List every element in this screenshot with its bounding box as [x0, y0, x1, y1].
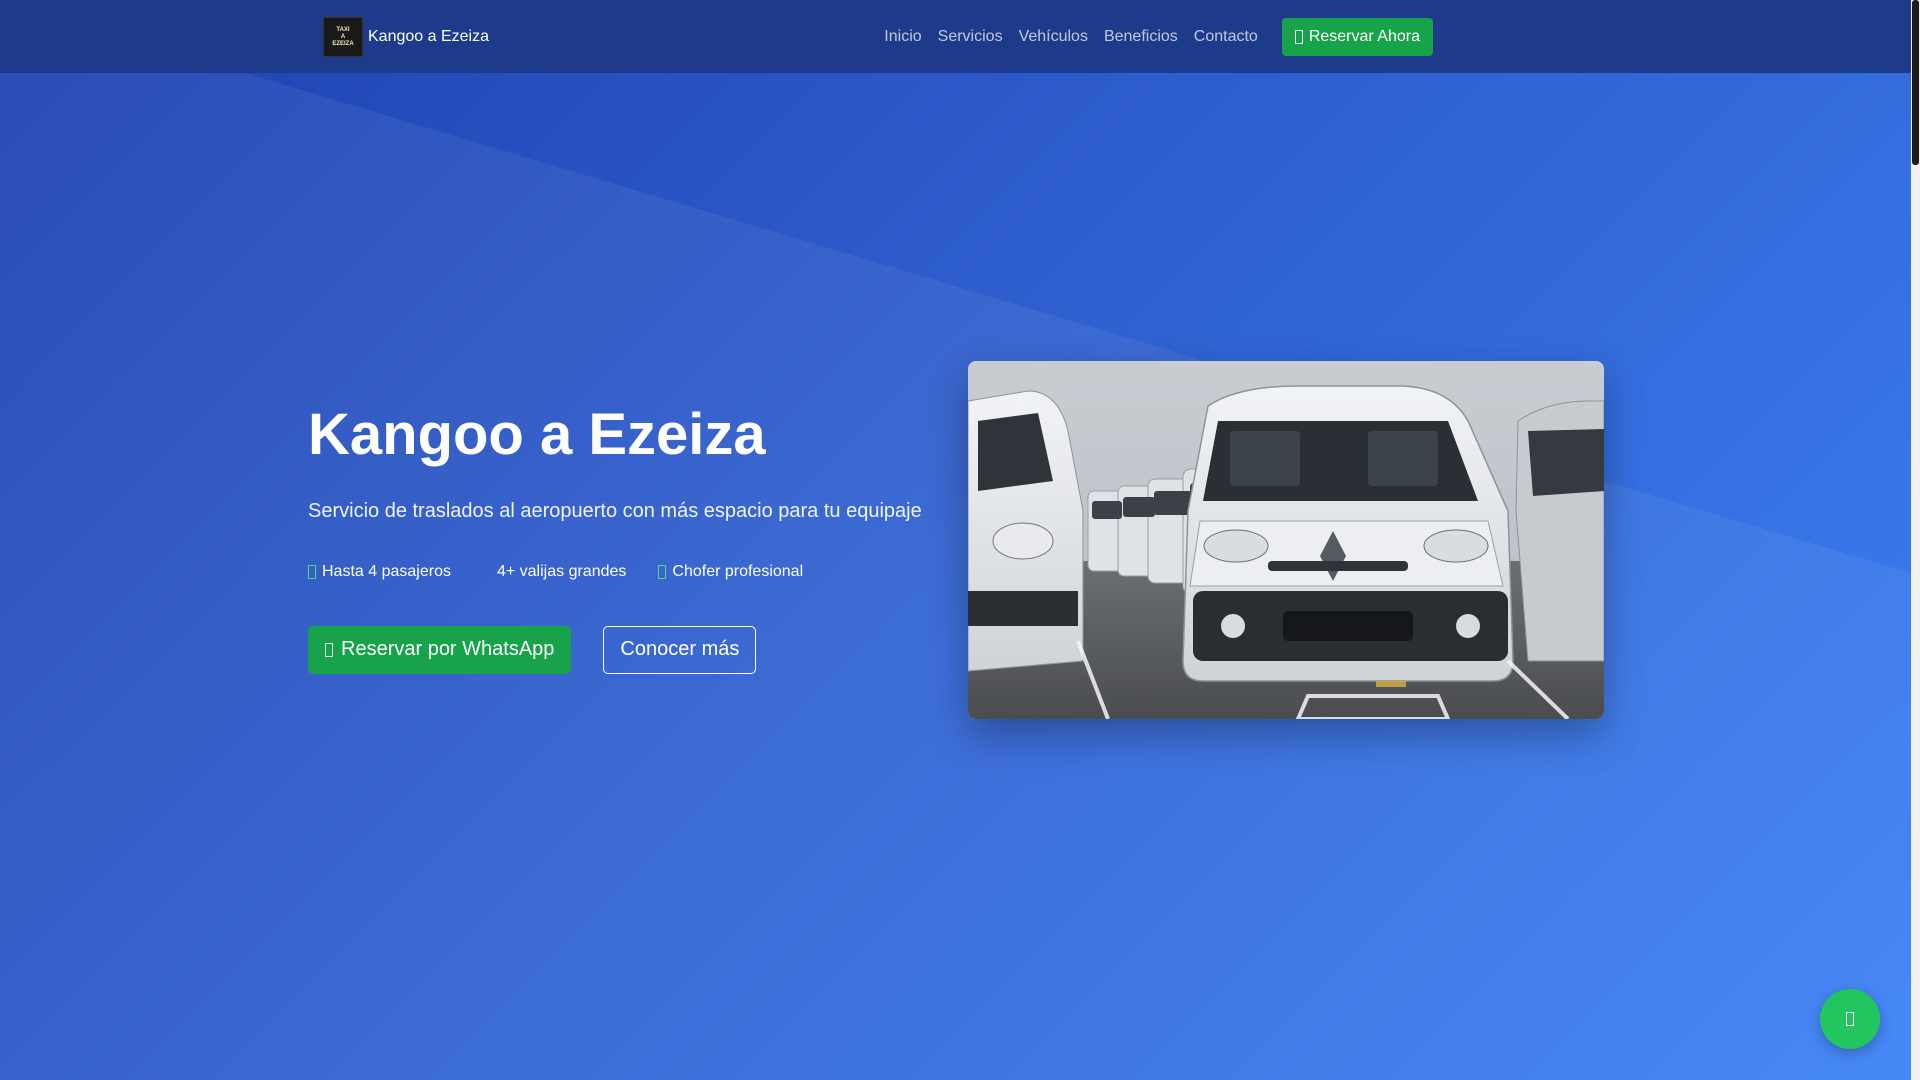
vans-illustration [968, 361, 1604, 719]
brand-link[interactable]: TAXI A EZEIZA Kangoo a Ezeiza [323, 17, 489, 57]
whatsapp-icon [325, 642, 333, 657]
hero-title: Kangoo a Ezeiza [308, 402, 766, 467]
scrollbar-thumb[interactable] [1912, 0, 1919, 165]
users-icon [308, 564, 316, 579]
suitcase-icon [483, 565, 491, 579]
feature-passengers: Hasta 4 pasajeros [308, 563, 451, 581]
feature-luggage: 4+ valijas grandes [483, 563, 626, 581]
reserve-now-button[interactable]: Reservar Ahora [1281, 17, 1433, 56]
whatsapp-icon [1294, 29, 1303, 44]
learn-more-button[interactable]: Conocer más [603, 625, 757, 674]
nav-link-contacto[interactable]: Contacto [1194, 28, 1258, 46]
feature-label: 4+ valijas grandes [496, 562, 627, 580]
hero-van-image [968, 361, 1604, 719]
logo-line-1: TAXI [336, 26, 350, 33]
nav-link-vehiculos[interactable]: Vehículos [1019, 28, 1088, 46]
page-scrollbar[interactable] [1911, 0, 1920, 1080]
nav-links: Inicio Servicios Vehículos Beneficios Co… [884, 0, 1433, 73]
hero-background-shape [0, 73, 1911, 1080]
whatsapp-icon [1846, 1012, 1854, 1026]
logo-line-2: A [340, 33, 346, 40]
navbar: TAXI A EZEIZA Kangoo a Ezeiza Inicio Ser… [0, 0, 1911, 73]
brand-name: Kangoo a Ezeiza [368, 28, 489, 45]
nav-link-servicios[interactable]: Servicios [938, 28, 1003, 46]
whatsapp-float-button[interactable] [1820, 989, 1880, 1049]
logo-line-3: EZEIZA [332, 40, 354, 47]
feature-driver: Chofer profesional [658, 563, 803, 581]
feature-label: Hasta 4 pasajeros [322, 562, 451, 580]
feature-label: Chofer profesional [672, 562, 804, 580]
whatsapp-reserve-button[interactable]: Reservar por WhatsApp [308, 625, 572, 674]
nav-link-beneficios[interactable]: Beneficios [1104, 28, 1178, 46]
hero-features: Hasta 4 pasajeros 4+ valijas grandes Cho… [308, 563, 948, 581]
reserve-now-label: Reservar Ahora [1308, 27, 1420, 45]
hero-subtitle: Servicio de traslados al aeropuerto con … [308, 499, 922, 522]
nav-link-inicio[interactable]: Inicio [884, 28, 921, 46]
hero-buttons: Reservar por WhatsApp Conocer más [308, 625, 948, 674]
id-card-icon [658, 564, 667, 579]
hero-content: Kangoo a Ezeiza Servicio de traslados al… [308, 400, 948, 674]
whatsapp-reserve-label: Reservar por WhatsApp [341, 638, 555, 661]
brand-logo: TAXI A EZEIZA [323, 17, 363, 57]
